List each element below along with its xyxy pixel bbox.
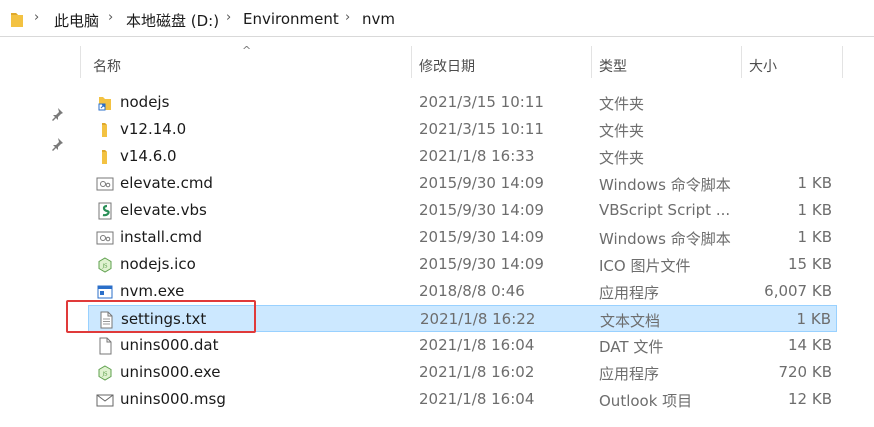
file-row[interactable]: JS nodejs.ico 2015/9/30 14:09 ICO 图片文件 1… — [88, 251, 837, 278]
folder-icon — [96, 148, 114, 166]
file-name: unins000.msg — [120, 390, 226, 408]
exe-window-icon — [96, 283, 114, 301]
file-date: 2015/9/30 14:09 — [419, 201, 544, 219]
file-name: nodejs.ico — [120, 255, 196, 273]
cmd-script-icon — [96, 175, 114, 193]
file-date: 2021/1/8 16:33 — [419, 147, 535, 165]
column-header-date[interactable]: 修改日期 — [419, 56, 475, 76]
file-date: 2015/9/30 14:09 — [419, 228, 544, 246]
file-row[interactable]: v14.6.0 2021/1/8 16:33 文件夹 — [88, 143, 837, 170]
file-size: 15 KB — [788, 255, 832, 273]
file-size: 12 KB — [788, 390, 832, 408]
vbs-script-icon — [96, 202, 114, 220]
breadcrumb-drive-d[interactable]: 本地磁盘 (D:) — [126, 10, 219, 31]
file-date: 2021/1/8 16:04 — [419, 390, 535, 408]
file-name: nvm.exe — [120, 282, 185, 300]
folder-shortcut-icon — [96, 94, 114, 112]
file-row[interactable]: nodejs 2021/3/15 10:11 文件夹 — [88, 89, 837, 116]
nodejs-icon: JS — [96, 256, 114, 274]
folder-icon — [10, 10, 24, 32]
file-name: nodejs — [120, 93, 170, 111]
folder-icon — [96, 121, 114, 139]
mail-icon — [96, 391, 114, 409]
file-type: 应用程序 — [599, 284, 660, 302]
breadcrumb-nvm[interactable]: nvm — [362, 10, 395, 28]
file-name: install.cmd — [120, 228, 203, 246]
nodejs-icon: JS — [96, 364, 114, 382]
file-size: 1 KB — [797, 228, 832, 246]
file-type: VBScript Script ... — [599, 201, 731, 219]
file-date: 2015/9/30 14:09 — [419, 255, 544, 273]
file-type: Outlook 项目 — [599, 392, 693, 410]
svg-text:JS: JS — [101, 264, 108, 270]
file-row[interactable]: elevate.cmd 2015/9/30 14:09 Windows 命令脚本… — [88, 170, 837, 197]
file-date: 2015/9/30 14:09 — [419, 174, 544, 192]
file-type: 文件夹 — [599, 149, 645, 167]
file-size: 1 KB — [797, 174, 832, 192]
file-type: Windows 命令脚本 — [599, 230, 731, 248]
file-size: 720 KB — [778, 363, 832, 381]
highlight-annotation-box — [66, 300, 256, 333]
file-date: 2021/1/8 16:22 — [420, 310, 536, 328]
file-name: elevate.vbs — [120, 201, 207, 219]
file-date: 2021/3/15 10:11 — [419, 120, 544, 138]
file-row[interactable]: elevate.vbs 2015/9/30 14:09 VBScript Scr… — [88, 197, 837, 224]
file-name: unins000.dat — [120, 336, 219, 354]
breadcrumb-separator[interactable]: › — [34, 10, 39, 25]
column-header-size[interactable]: 大小 — [749, 56, 777, 76]
file-row[interactable]: JS unins000.exe 2021/1/8 16:02 应用程序 720 … — [88, 359, 837, 386]
file-type: 应用程序 — [599, 365, 660, 383]
file-date: 2021/3/15 10:11 — [419, 93, 544, 111]
file-type: 文本文档 — [600, 312, 661, 330]
file-date: 2018/8/8 0:46 — [419, 282, 525, 300]
file-row[interactable]: unins000.dat 2021/1/8 16:04 DAT 文件 14 KB — [88, 332, 837, 359]
file-row[interactable]: install.cmd 2015/9/30 14:09 Windows 命令脚本… — [88, 224, 837, 251]
file-type: 文件夹 — [599, 122, 645, 140]
file-name: v14.6.0 — [120, 147, 177, 165]
cmd-script-icon — [96, 229, 114, 247]
column-header-type[interactable]: 类型 — [599, 56, 627, 76]
pin-icon — [50, 106, 64, 125]
file-size: 1 KB — [797, 201, 832, 219]
pin-icon — [50, 136, 64, 155]
breadcrumb-separator[interactable]: › — [345, 10, 350, 25]
file-date: 2021/1/8 16:04 — [419, 336, 535, 354]
file-date: 2021/1/8 16:02 — [419, 363, 535, 381]
file-size: 6,007 KB — [764, 282, 832, 300]
blank-file-icon — [96, 337, 114, 355]
breadcrumb-separator[interactable]: › — [226, 10, 231, 25]
file-type: ICO 图片文件 — [599, 257, 691, 275]
file-name: elevate.cmd — [120, 174, 213, 192]
file-row[interactable]: unins000.msg 2021/1/8 16:04 Outlook 项目 1… — [88, 386, 837, 413]
address-bar[interactable]: › 此电脑 › 本地磁盘 (D:) › Environment › nvm — [0, 0, 874, 37]
file-type: DAT 文件 — [599, 338, 664, 356]
file-type: Windows 命令脚本 — [599, 176, 731, 194]
svg-text:JS: JS — [101, 372, 108, 378]
breadcrumb-this-pc[interactable]: 此电脑 — [54, 10, 99, 31]
column-header-name[interactable]: 名称 — [93, 56, 121, 76]
file-row[interactable]: v12.14.0 2021/3/15 10:11 文件夹 — [88, 116, 837, 143]
column-header: 名称 修改日期 类型 大小 — [0, 51, 874, 78]
file-name: unins000.exe — [120, 363, 221, 381]
breadcrumb-separator[interactable]: › — [108, 10, 113, 25]
file-size: 1 KB — [796, 310, 831, 328]
file-type: 文件夹 — [599, 95, 645, 113]
file-size: 14 KB — [788, 336, 832, 354]
file-name: v12.14.0 — [120, 120, 187, 138]
breadcrumb-environment[interactable]: Environment — [243, 10, 339, 28]
